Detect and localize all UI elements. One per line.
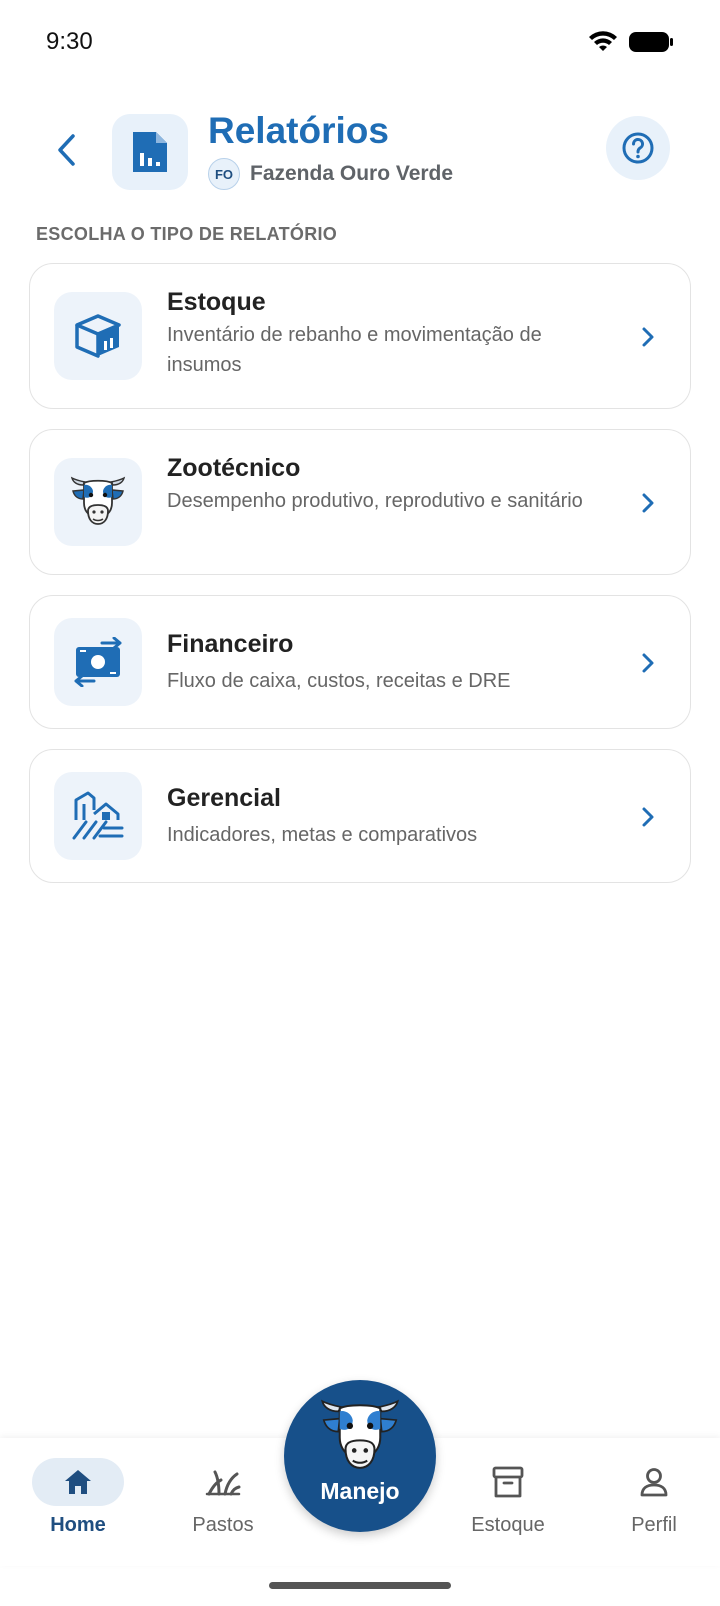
farm-selector: FO Fazenda Ouro Verde	[208, 158, 453, 190]
card-title: Zootécnico	[167, 454, 301, 482]
inventory-box-icon	[75, 314, 121, 358]
chevron-right-icon	[636, 325, 660, 349]
card-title: Financeiro	[167, 630, 294, 658]
status-icons	[588, 30, 674, 54]
chevron-right-icon	[636, 491, 660, 515]
report-card-estoque[interactable]: Estoque Inventário de rebanho e moviment…	[29, 263, 691, 409]
chevron-right-icon	[636, 651, 660, 675]
report-card-gerencial[interactable]: Gerencial Indicadores, metas e comparati…	[29, 749, 691, 883]
report-document-icon	[133, 132, 167, 172]
home-icon	[65, 1470, 91, 1494]
nav-icon-wrap	[462, 1458, 554, 1506]
person-icon	[640, 1468, 668, 1497]
card-icon-tile	[54, 618, 142, 706]
nav-item-perfil[interactable]: Perfil	[608, 1438, 700, 1566]
card-icon-tile	[54, 772, 142, 860]
header: Relatórios FO Fazenda Ouro Verde	[0, 108, 720, 198]
section-label: ESCOLHA O TIPO DE RELATÓRIO	[36, 224, 338, 244]
card-description: Indicadores, metas e comparativos	[167, 824, 478, 846]
nav-item-home[interactable]: Home	[32, 1438, 124, 1566]
nav-label-home: Home	[50, 1514, 106, 1536]
manejo-label: Manejo	[320, 1478, 400, 1504]
nav-label-pastos: Pastos	[192, 1514, 254, 1536]
nav-item-pastos[interactable]: Pastos	[177, 1438, 269, 1566]
battery-icon	[629, 32, 673, 52]
manejo-fab-button[interactable]: Manejo	[284, 1380, 436, 1532]
farm-avatar: FO	[208, 158, 240, 190]
card-title: Gerencial	[167, 784, 281, 812]
farm-name: Fazenda Ouro Verde	[250, 162, 454, 185]
report-card-financeiro[interactable]: Financeiro Fluxo de caixa, custos, recei…	[29, 595, 691, 729]
report-card-zootecnico[interactable]: Zootécnico Desempenho produtivo, reprodu…	[29, 429, 691, 575]
page-title: Relatórios	[208, 110, 389, 151]
help-icon	[622, 132, 654, 164]
card-icon-tile	[54, 292, 142, 380]
home-indicator	[269, 1582, 451, 1589]
card-title: Estoque	[167, 288, 266, 316]
card-description: Desempenho produtivo, reprodutivo e sani…	[167, 490, 583, 512]
farm-building-icon	[72, 791, 124, 840]
card-description: Fluxo de caixa, custos, receitas e DRE	[167, 670, 511, 692]
grass-icon	[205, 1470, 241, 1496]
chevron-left-icon	[58, 134, 75, 166]
status-bar: 9:30	[0, 0, 720, 86]
cow-icon	[321, 1399, 399, 1469]
wifi-icon	[589, 31, 617, 51]
nav-icon-wrap	[32, 1458, 124, 1506]
nav-label-estoque: Estoque	[471, 1514, 545, 1536]
back-button[interactable]	[44, 128, 88, 172]
chevron-right-icon	[636, 805, 660, 829]
archive-box-icon	[492, 1466, 524, 1498]
nav-label-perfil: Perfil	[631, 1514, 677, 1536]
nav-item-estoque[interactable]: Estoque	[462, 1438, 554, 1566]
card-description: Inventário de rebanho e movimentação de …	[167, 324, 542, 376]
status-time: 9:30	[46, 28, 93, 55]
cow-icon	[70, 476, 126, 525]
help-button[interactable]	[606, 116, 670, 180]
money-exchange-icon	[74, 637, 122, 687]
card-icon-tile	[54, 458, 142, 546]
report-icon-tile	[112, 114, 188, 190]
nav-icon-wrap	[177, 1458, 269, 1506]
nav-icon-wrap	[608, 1458, 700, 1506]
